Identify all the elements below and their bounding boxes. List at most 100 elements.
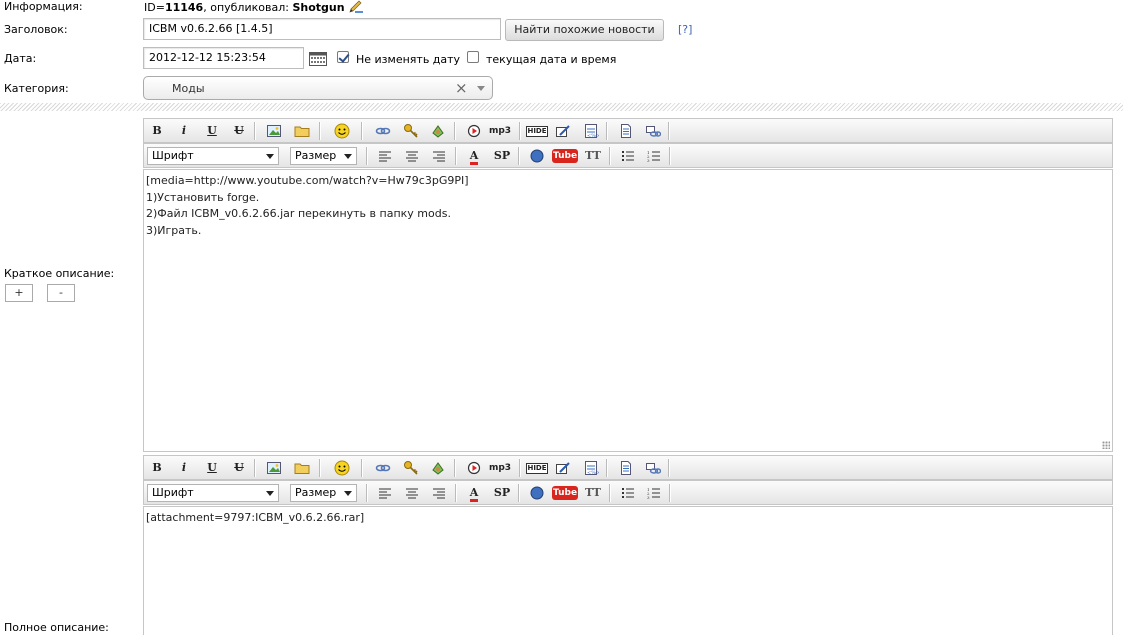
calendar-icon[interactable] bbox=[309, 52, 327, 66]
bullet-list-icon[interactable] bbox=[620, 148, 636, 164]
author-name: Shotgun bbox=[292, 1, 345, 14]
flash-icon[interactable] bbox=[466, 123, 482, 139]
compass-icon[interactable] bbox=[529, 148, 545, 164]
svg-text:<%>: <%> bbox=[587, 470, 599, 476]
font-color-icon[interactable]: A bbox=[466, 148, 482, 165]
folder-icon[interactable] bbox=[294, 123, 310, 139]
short-desc-textarea[interactable]: [media=http://www.youtube.com/watch?v=Hw… bbox=[143, 169, 1113, 452]
text-line: 2)Файл ICBM_v0.6.2.66.jar перекинуть в п… bbox=[146, 207, 451, 220]
hide-icon[interactable]: HIDE bbox=[526, 460, 548, 476]
title-label: Заголовок: bbox=[4, 23, 68, 36]
align-right-icon[interactable] bbox=[431, 148, 447, 164]
current-date-label: текущая дата и время bbox=[486, 53, 617, 66]
page-icon[interactable] bbox=[618, 123, 634, 139]
edit-author-icon[interactable] bbox=[348, 0, 364, 17]
hide-icon[interactable]: HIDE bbox=[526, 123, 548, 139]
link-icon[interactable] bbox=[375, 460, 391, 476]
short-desc-label: Краткое описание: bbox=[4, 267, 115, 280]
strike-icon[interactable]: U bbox=[231, 460, 247, 476]
smiley-icon[interactable] bbox=[334, 123, 350, 139]
divider bbox=[0, 103, 1123, 111]
align-right-icon[interactable] bbox=[431, 485, 447, 501]
folder-icon[interactable] bbox=[294, 460, 310, 476]
title-input[interactable]: ICBM v0.6.2.66 [1.4.5] bbox=[143, 18, 501, 40]
quote-icon[interactable]: <%> bbox=[583, 460, 600, 476]
date-label: Дата: bbox=[4, 52, 37, 65]
svg-text:3: 3 bbox=[647, 158, 650, 163]
clear-icon[interactable]: × bbox=[455, 79, 468, 97]
spoiler-edit-icon[interactable] bbox=[555, 123, 571, 139]
shrink-button[interactable]: - bbox=[47, 284, 75, 302]
strike-icon[interactable]: U bbox=[231, 123, 247, 139]
bullet-list-icon[interactable] bbox=[620, 485, 636, 501]
full-desc-textarea[interactable]: [attachment=9797:ICBM_v0.6.2.66.rar] bbox=[143, 506, 1113, 635]
italic-icon[interactable]: i bbox=[176, 460, 192, 476]
italic-icon[interactable]: i bbox=[176, 123, 192, 139]
link-break-icon[interactable] bbox=[645, 460, 662, 476]
spoiler-icon[interactable]: SP bbox=[492, 485, 512, 501]
align-left-icon[interactable] bbox=[377, 148, 393, 164]
typograf-icon[interactable]: TT bbox=[584, 148, 602, 164]
spoiler-edit-icon[interactable] bbox=[555, 460, 571, 476]
spoiler-icon[interactable]: SP bbox=[492, 148, 512, 164]
underline-icon[interactable]: U bbox=[204, 460, 220, 476]
key-icon[interactable] bbox=[403, 460, 419, 476]
youtube-icon[interactable]: Tube bbox=[552, 148, 578, 164]
compass-icon[interactable] bbox=[529, 485, 545, 501]
leech-icon[interactable] bbox=[430, 123, 446, 139]
align-center-icon[interactable] bbox=[404, 148, 420, 164]
page-icon[interactable] bbox=[618, 460, 634, 476]
font-dropdown[interactable]: Шрифт bbox=[147, 147, 279, 165]
editor-toolbar-top: B i U U mp3 HIDE <%> bbox=[143, 118, 1113, 143]
quote-icon[interactable]: <%> bbox=[583, 123, 600, 139]
underline-icon[interactable]: U bbox=[204, 123, 220, 139]
editor-toolbar-bottom: Шрифт Размер A SP Tube TT 123 bbox=[143, 480, 1113, 505]
expand-button[interactable]: + bbox=[5, 284, 33, 302]
mp3-icon[interactable]: mp3 bbox=[488, 460, 512, 476]
image-icon[interactable] bbox=[266, 460, 282, 476]
help-link[interactable]: [?] bbox=[678, 23, 692, 36]
mp3-icon[interactable]: mp3 bbox=[488, 123, 512, 139]
category-label: Категория: bbox=[4, 82, 69, 95]
id-prefix: ID= bbox=[144, 1, 165, 14]
bold-icon[interactable]: B bbox=[149, 123, 165, 139]
size-dropdown[interactable]: Размер bbox=[290, 147, 357, 165]
full-desc-label: Полное описание: bbox=[4, 621, 109, 634]
svg-text:3: 3 bbox=[647, 495, 650, 500]
flash-icon[interactable] bbox=[466, 460, 482, 476]
image-icon[interactable] bbox=[266, 123, 282, 139]
full-desc-editor: B i U U mp3 HIDE <%> Шрифт Размер A SP T… bbox=[143, 455, 1113, 635]
chevron-down-icon[interactable] bbox=[477, 86, 485, 91]
info-text: ID=11146, опубликовал: Shotgun bbox=[144, 0, 364, 17]
link-break-icon[interactable] bbox=[645, 123, 662, 139]
text-line: 1)Установить forge. bbox=[146, 190, 260, 204]
size-dropdown[interactable]: Размер bbox=[290, 484, 357, 502]
leech-icon[interactable] bbox=[430, 460, 446, 476]
youtube-icon[interactable]: Tube bbox=[552, 485, 578, 501]
category-select[interactable]: Моды × bbox=[143, 76, 493, 100]
svg-text:<%>: <%> bbox=[587, 133, 599, 139]
bold-icon[interactable]: B bbox=[149, 460, 165, 476]
current-date-checkbox[interactable] bbox=[467, 51, 479, 63]
editor-toolbar-top: B i U U mp3 HIDE <%> bbox=[143, 455, 1113, 480]
link-icon[interactable] bbox=[375, 123, 391, 139]
find-similar-button[interactable]: Найти похожие новости bbox=[505, 19, 664, 41]
typograf-icon[interactable]: TT bbox=[584, 485, 602, 501]
text-line: 3)Играть. bbox=[146, 223, 202, 237]
smiley-icon[interactable] bbox=[334, 460, 350, 476]
font-dropdown[interactable]: Шрифт bbox=[147, 484, 279, 502]
align-left-icon[interactable] bbox=[377, 485, 393, 501]
text-line: [attachment=9797:ICBM_v0.6.2.66.rar] bbox=[146, 511, 365, 524]
align-center-icon[interactable] bbox=[404, 485, 420, 501]
news-id: 11146 bbox=[164, 1, 204, 14]
keep-date-checkbox[interactable] bbox=[337, 51, 349, 63]
numbered-list-icon[interactable]: 123 bbox=[646, 485, 662, 501]
font-color-icon[interactable]: A bbox=[466, 485, 482, 502]
category-value: Моды bbox=[172, 82, 205, 95]
editor-toolbar-bottom: Шрифт Размер A SP Tube TT 123 bbox=[143, 143, 1113, 168]
key-icon[interactable] bbox=[403, 123, 419, 139]
date-input[interactable]: 2012-12-12 15:23:54 bbox=[143, 47, 304, 69]
resize-handle[interactable] bbox=[1102, 441, 1110, 449]
numbered-list-icon[interactable]: 123 bbox=[646, 148, 662, 164]
published-by: , опубликовал: bbox=[203, 1, 293, 14]
